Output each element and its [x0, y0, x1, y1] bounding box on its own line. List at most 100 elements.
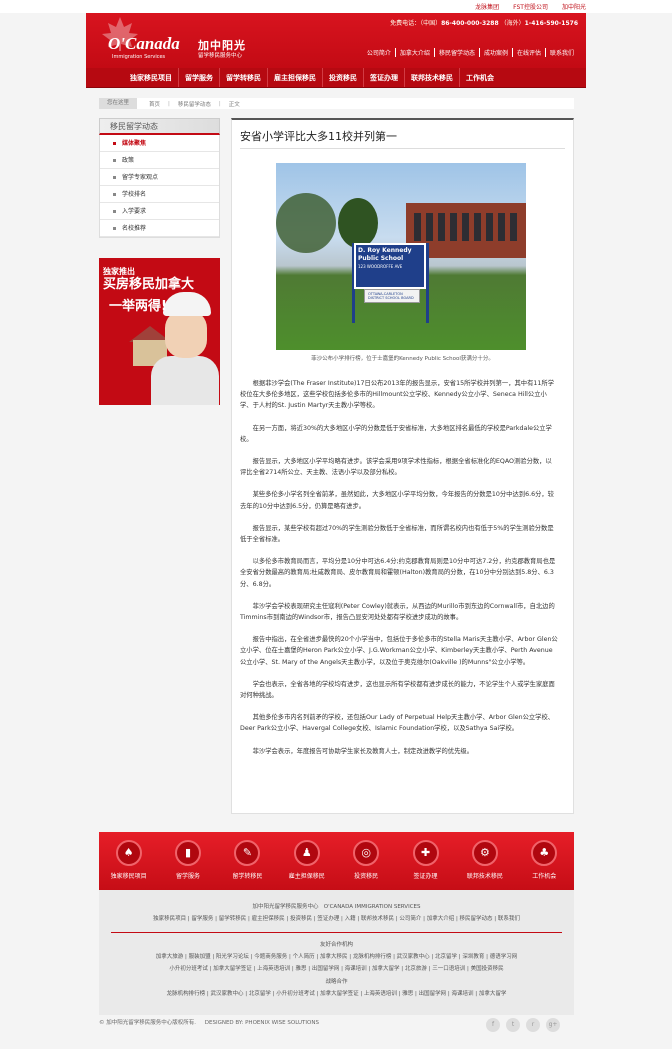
footer-divider [111, 932, 562, 933]
subnav-about[interactable]: 公司简介 [363, 48, 395, 57]
sidebar-item-schools[interactable]: 名校推荐 [100, 220, 219, 237]
footer-link-study-immigrate[interactable]: ✎ 留学转移民 [221, 840, 273, 890]
article-paragraph: 报告显示，某些学校有超过70%的学生测验分数低于全省标准，而所谓名校内也有低于5… [240, 524, 554, 544]
pencil-icon: ✎ [234, 840, 261, 866]
article-paragraph: 以多伦多市教育局而言，平均分是10分中可达6.4分;约克郡教育局则是10分中可达… [240, 558, 556, 588]
girl-face [165, 310, 207, 358]
sign-line2: Public School [358, 255, 404, 262]
copyright-text: © 加中阳光留学移民服务中心版权所有. [99, 1020, 196, 1026]
nav-jobs[interactable]: 工作机会 [460, 68, 500, 87]
ad-banner[interactable]: 独家推出 买房移民加拿大 一举两得! [99, 258, 220, 405]
subnav-cases[interactable]: 成功案例 [478, 48, 512, 57]
sidebar-item-media[interactable]: 媒体聚焦 [100, 135, 219, 152]
article-paragraph: 菲沙学会表示，年度报告可协助学生家长及教育人士，制定改进教学的优先级。 [252, 747, 473, 755]
article-paragraph: 在另一方面，将近30%的大多地区小学的分数是低于安省标准，大多地区排名最低的学校… [240, 424, 552, 443]
footer-link-label: 雇主担保移民 [288, 873, 325, 880]
article-title: 安省小学评比大多11校并列第一 [240, 130, 397, 143]
hotline-overseas: 1-416-590-1576 [524, 20, 578, 27]
breadcrumb-separator: | [168, 100, 170, 107]
partners-links-2[interactable]: 小升初分班考试 | 加拿大留学签证 | 上海英语培训 | 雅思 | 出国留学网 … [99, 964, 574, 972]
footer-link-study[interactable]: ▮ 留学服务 [162, 840, 214, 890]
footer-nav-links[interactable]: 独家移民项目 | 留学服务 | 留学转移民 | 雇主担保移民 | 投资移民 | … [99, 914, 574, 922]
article-paragraph: 学会也表示，全省各地的学校均有进步，这也显示所有学校都有进步成长的能力，不论学生… [240, 680, 555, 700]
board-sign-text: OTTAWA-CARLETON DISTRICT SCHOOL BOARD [368, 292, 414, 300]
breadcrumb-here: 您在这里 [99, 98, 138, 109]
hard-hat [163, 292, 211, 316]
subnav-canada[interactable]: 加拿大介绍 [394, 48, 434, 57]
sidebar-item-ranking[interactable]: 学校排名 [100, 186, 219, 203]
breadcrumb-home[interactable]: 首页 [149, 100, 160, 108]
footer-link-visa[interactable]: ✚ 签证办理 [400, 840, 452, 890]
article-panel: 安省小学评比大多11校并列第一 D. Roy Kennedy Public Sc… [231, 118, 574, 814]
tree [276, 193, 336, 253]
sidebar-list: 媒体聚焦 政策 留学专家观点 学校排名 入学要求 名校推荐 [99, 135, 220, 238]
sidebar: 移民留学动态 媒体聚焦 政策 留学专家观点 学校排名 入学要求 名校推荐 [99, 118, 220, 238]
gear-icon: ⚙ [471, 840, 498, 866]
sidebar-item-admission[interactable]: 入学要求 [100, 203, 219, 220]
rss-icon[interactable]: r [526, 1018, 540, 1032]
nav-exclusive[interactable]: 独家移民项目 [124, 68, 179, 87]
study-icon: ▮ [175, 840, 202, 866]
footer-link-federal[interactable]: ⚙ 联邦技术移民 [459, 840, 511, 890]
nav-visa[interactable]: 签证办理 [364, 68, 405, 87]
top-link-ocanada[interactable]: 加中阳光 [562, 2, 586, 11]
top-links: 龙脉集团 FST控股公司 加中阳光 [475, 2, 586, 11]
twitter-icon[interactable]: t [506, 1018, 520, 1032]
ad-line1: 独家推出 [103, 267, 135, 276]
logo-subtitle: Immigration Services [112, 54, 166, 60]
breadcrumb-separator: | [218, 100, 221, 107]
footer-link-label: 联邦技术移民 [466, 873, 503, 880]
breadcrumb-current: 正文 [228, 101, 240, 108]
footer-link-jobs[interactable]: ♣ 工作机会 [518, 840, 570, 890]
footer-link-label: 投资移民 [354, 873, 379, 880]
nav-study[interactable]: 留学服务 [179, 68, 220, 87]
coin-icon: ◎ [353, 840, 380, 866]
footer-link-exclusive[interactable]: ♠ 独家移民项目 [103, 840, 155, 890]
sidebar-item-expert[interactable]: 留学专家观点 [100, 169, 219, 186]
copyright: © 加中阳光留学移民服务中心版权所有. DESIGNED BY: PHOENIX… [99, 1018, 319, 1026]
hotline-overseas-label: （海外） [500, 20, 525, 27]
brand-cn-subtitle: 留学移民服务中心 [198, 53, 243, 59]
subnav-contact[interactable]: 联系我们 [544, 48, 578, 57]
breadcrumb: 您在这里 首页 | 移民留学动态 | 正文 [99, 98, 574, 109]
nav-employer[interactable]: 雇主担保移民 [268, 68, 323, 87]
board-line2: DISTRICT SCHOOL BOARD [368, 296, 414, 300]
top-bar: 龙脉集团 FST控股公司 加中阳光 [0, 0, 672, 13]
article-paragraph: 报告中指出，在全省进步最快的20个小学当中，包括位于多伦多市的Stella Ma… [240, 636, 558, 666]
sign-post [426, 243, 429, 323]
subnav-news[interactable]: 移民留学动态 [433, 48, 479, 57]
sidebar-title: 移民留学动态 [99, 118, 220, 135]
footer-center-cn: 加中阳光留学移民服务中心 [252, 904, 319, 910]
article-paragraph: 根据菲沙学会(The Fraser Institute)17日公布2013年的报… [240, 380, 554, 410]
footer-links-area: 加中阳光留学移民服务中心 O'CANADA IMMIGRATION SERVIC… [99, 890, 574, 1015]
partners-links-1[interactable]: 加拿大旅游 | 服装加盟 | 阳光学习论坛 | 今题商务服务 | 个人简历 | … [99, 952, 574, 960]
google-plus-icon[interactable]: g+ [546, 1018, 560, 1032]
breadcrumb-news[interactable]: 移民留学动态 [178, 100, 211, 108]
article-paragraph: 菲沙学会学校表现研究主任寇利(Peter Cowley)就表示，从西边的Muri… [240, 602, 555, 622]
nav-study-to-immigrate[interactable]: 留学转移民 [220, 68, 268, 87]
sidebar-item-policy[interactable]: 政策 [100, 152, 219, 169]
social-links: f t r g+ [486, 1018, 560, 1032]
top-link-fst[interactable]: FST控股公司 [513, 2, 548, 11]
nav-federal-skilled[interactable]: 联邦技术移民 [405, 68, 460, 87]
footer-link-label: 独家移民项目 [110, 873, 147, 880]
ad-line3: 一举两得! [109, 299, 167, 314]
ad-line2: 买房移民加拿大 [103, 277, 195, 292]
footer-link-label: 签证办理 [413, 873, 438, 880]
article-body: 根据菲沙学会(The Fraser Institute)17日公布2013年的报… [240, 378, 558, 768]
footer-center-en: O'CANADA IMMIGRATION SERVICES [323, 904, 421, 910]
hotline-china: 86-400-000-3288 [441, 20, 499, 27]
strategy-links[interactable]: 龙脉机构排行榜 | 武汉家教中心 | 北京留学 | 小升初分班考试 | 加拿大留… [99, 989, 574, 997]
tree [338, 198, 378, 248]
footer-org-name: 加中阳光留学移民服务中心 O'CANADA IMMIGRATION SERVIC… [99, 902, 574, 910]
footer-link-investment[interactable]: ◎ 投资移民 [340, 840, 392, 890]
building-windows [414, 213, 519, 241]
subnav-assessment[interactable]: 在线评估 [511, 48, 545, 57]
nav-investment[interactable]: 投资移民 [323, 68, 364, 87]
footer-icon-bar: ♠ 独家移民项目 ▮ 留学服务 ✎ 留学转移民 ♟ 雇主担保移民 ◎ 投资移民 ✚ 签证办理… [99, 832, 574, 890]
top-link-longmai[interactable]: 龙脉集团 [475, 2, 499, 11]
logo[interactable]: O'Canada [108, 34, 180, 54]
footer-link-label: 工作机会 [532, 873, 557, 880]
footer-link-employer[interactable]: ♟ 雇主担保移民 [281, 840, 333, 890]
facebook-icon[interactable]: f [486, 1018, 500, 1032]
